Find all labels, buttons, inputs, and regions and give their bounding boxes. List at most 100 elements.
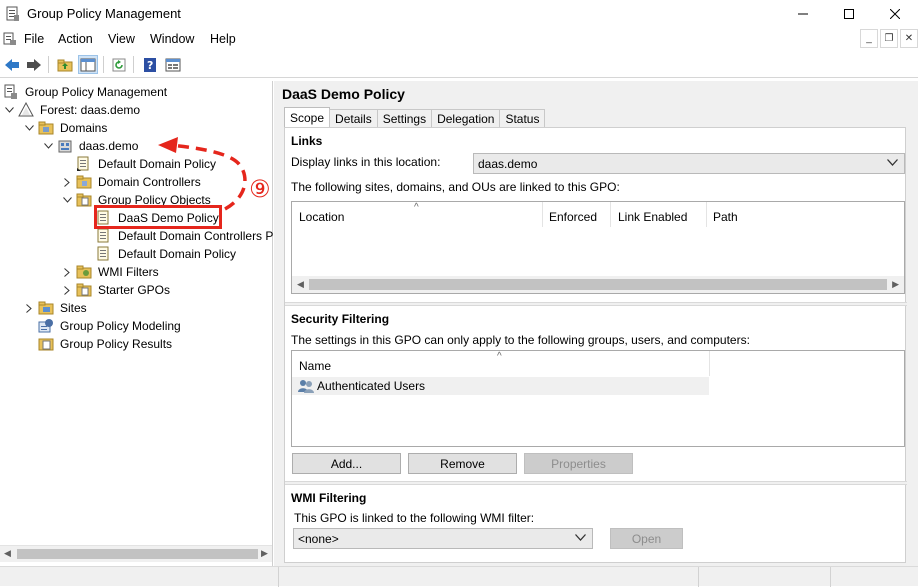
- tree-item-domains[interactable]: Domains: [23, 119, 109, 137]
- tree-label: Sites: [60, 301, 87, 315]
- tree-item-gpm-root[interactable]: Group Policy Management: [3, 83, 169, 101]
- forest-icon: [18, 102, 34, 118]
- toolbar: ?: [0, 51, 918, 78]
- section-divider[interactable]: [285, 302, 907, 306]
- help-button[interactable]: ?: [140, 55, 160, 74]
- list-item-authenticated-users[interactable]: Authenticated Users: [292, 377, 709, 395]
- menu-bar: File Action View Window Help _ ❐ ✕: [0, 28, 918, 50]
- up-one-level-button[interactable]: [55, 55, 75, 74]
- back-button[interactable]: [2, 55, 22, 74]
- tree-horizontal-scrollbar[interactable]: ◀ ▶: [0, 545, 272, 562]
- mdi-restore-button[interactable]: ❐: [880, 29, 898, 48]
- scroll-right-icon[interactable]: ▶: [892, 279, 899, 290]
- menu-action[interactable]: Action: [58, 32, 93, 46]
- links-location-dropdown[interactable]: daas.demo: [473, 153, 905, 174]
- gpo-folder-icon: [76, 192, 92, 208]
- toolbar-separator: [133, 56, 134, 73]
- close-button[interactable]: [872, 0, 918, 28]
- forward-button[interactable]: [24, 55, 44, 74]
- column-path[interactable]: Path: [713, 210, 738, 224]
- tab-scope[interactable]: Scope: [284, 107, 331, 128]
- collapse-chevron-icon[interactable]: [42, 140, 54, 152]
- column-link-enabled[interactable]: Link Enabled: [618, 210, 687, 224]
- back-arrow-icon: [5, 58, 19, 71]
- list-item-label: Authenticated Users: [317, 379, 426, 393]
- minimize-button[interactable]: [780, 0, 826, 28]
- menu-view[interactable]: View: [108, 32, 135, 46]
- tree-item-gp-results[interactable]: Group Policy Results: [38, 335, 174, 353]
- security-filtering-list[interactable]: ^ Name Authenticated Users: [291, 350, 905, 447]
- expand-chevron-icon[interactable]: [61, 176, 73, 188]
- tree-item-default-domain-controllers-policy[interactable]: Default Domain Controllers P: [96, 227, 275, 245]
- column-divider[interactable]: [709, 351, 710, 376]
- security-filtering-description: The settings in this GPO can only apply …: [291, 333, 750, 347]
- tab-status[interactable]: Status: [499, 109, 546, 128]
- refresh-button[interactable]: [109, 55, 129, 74]
- expand-chevron-icon[interactable]: [23, 302, 35, 314]
- display-links-label: Display links in this location:: [291, 155, 441, 169]
- column-name[interactable]: Name: [299, 359, 331, 373]
- tree-label: Group Policy Results: [60, 337, 173, 351]
- tree-item-sites[interactable]: Sites: [23, 299, 89, 317]
- maximize-button[interactable]: [826, 0, 872, 28]
- gp-results-icon: [38, 336, 54, 352]
- add-button[interactable]: Add...: [292, 453, 401, 474]
- collapse-chevron-icon[interactable]: [61, 194, 73, 206]
- wmi-filter-dropdown[interactable]: <none>: [293, 528, 593, 549]
- show-hide-tree-icon: [80, 58, 96, 71]
- status-bar-panel: [278, 567, 698, 587]
- menu-window[interactable]: Window: [150, 32, 194, 46]
- scroll-left-icon[interactable]: ◀: [4, 548, 11, 559]
- details-pane: DaaS Demo Policy Scope Details Settings …: [278, 81, 918, 566]
- column-divider[interactable]: [706, 202, 707, 227]
- ou-folder-icon: [76, 174, 92, 190]
- tree-item-forest[interactable]: Forest: daas.demo: [3, 101, 142, 119]
- tree-item-wmi-filters[interactable]: WMI Filters: [61, 263, 161, 281]
- properties-button[interactable]: Properties: [524, 453, 633, 474]
- collapse-chevron-icon[interactable]: [23, 122, 35, 134]
- properties-button[interactable]: [163, 55, 183, 74]
- menu-help[interactable]: Help: [210, 32, 236, 46]
- column-divider[interactable]: [610, 202, 611, 227]
- show-hide-console-tree-button[interactable]: [78, 55, 98, 74]
- tree-item-domain-daas-demo[interactable]: daas.demo: [42, 137, 140, 155]
- column-enforced[interactable]: Enforced: [549, 210, 597, 224]
- tree-label: Default Domain Controllers P: [118, 229, 274, 243]
- scrollbar-thumb[interactable]: [17, 549, 258, 559]
- expand-chevron-icon[interactable]: [61, 284, 73, 296]
- open-button[interactable]: Open: [610, 528, 683, 549]
- chevron-down-icon: [887, 159, 898, 166]
- links-horizontal-scrollbar[interactable]: ◀ ▶: [292, 276, 904, 293]
- column-divider[interactable]: [542, 202, 543, 227]
- section-divider[interactable]: [285, 481, 907, 485]
- gpo-title: DaaS Demo Policy: [282, 86, 405, 102]
- menu-file[interactable]: File: [24, 32, 44, 46]
- scroll-right-icon[interactable]: ▶: [261, 548, 268, 559]
- tree-item-gp-modeling[interactable]: Group Policy Modeling: [38, 317, 183, 335]
- wmi-filtering-heading: WMI Filtering: [291, 491, 367, 505]
- tree-item-starter-gpos[interactable]: Starter GPOs: [61, 281, 172, 299]
- remove-button[interactable]: Remove: [408, 453, 517, 474]
- minimize-icon: [798, 13, 808, 15]
- mmc-document-icon[interactable]: [3, 32, 17, 46]
- svg-text:?: ?: [147, 59, 153, 72]
- links-list[interactable]: ^ Location Enforced Link Enabled Path ◀ …: [291, 201, 905, 294]
- column-location[interactable]: Location: [299, 210, 344, 224]
- gpm-root-icon: [3, 84, 19, 100]
- wmi-folder-icon: [76, 264, 92, 280]
- collapse-chevron-icon[interactable]: [3, 104, 15, 116]
- tab-settings[interactable]: Settings: [376, 109, 433, 128]
- tab-details[interactable]: Details: [329, 109, 378, 128]
- properties-icon: [165, 58, 181, 71]
- scroll-left-icon[interactable]: ◀: [297, 279, 304, 290]
- toolbar-separator: [103, 56, 104, 73]
- expand-chevron-icon[interactable]: [61, 266, 73, 278]
- mdi-close-button[interactable]: ✕: [900, 29, 918, 48]
- mdi-minimize-button[interactable]: _: [860, 29, 878, 48]
- scope-tab-panel: Links Display links in this location: da…: [284, 127, 907, 563]
- tree-item-default-domain-policy[interactable]: Default Domain Policy: [96, 245, 238, 263]
- scrollbar-thumb[interactable]: [309, 279, 887, 290]
- mdi-window-controls: _ ❐ ✕: [858, 29, 918, 48]
- maximize-icon: [844, 9, 854, 19]
- tab-delegation[interactable]: Delegation: [431, 109, 501, 128]
